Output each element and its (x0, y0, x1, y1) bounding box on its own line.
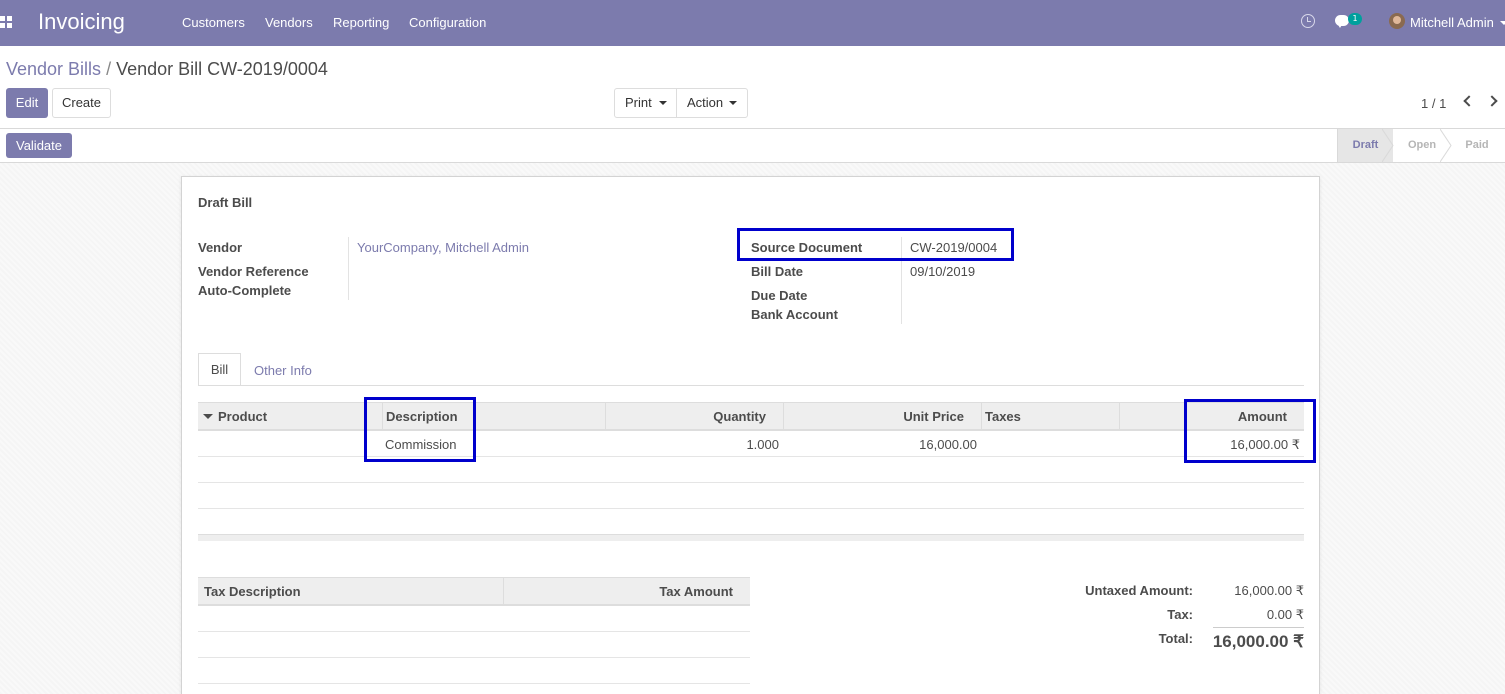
vendor-label: Vendor (198, 240, 243, 255)
create-button[interactable]: Create (52, 88, 111, 118)
print-caret-icon (659, 101, 667, 105)
tab-other-info[interactable]: Other Info (254, 363, 312, 378)
menu-customers[interactable]: Customers (182, 15, 245, 30)
invoice-lines-footer (198, 534, 1304, 541)
col-product[interactable]: Product (218, 403, 267, 430)
col-quantity[interactable]: Quantity (605, 403, 766, 430)
form-sheet: Draft Bill Vendor YourCompany, Mitchell … (181, 176, 1320, 694)
row-unit-price: 16,000.00 (919, 437, 977, 452)
col-unit-price[interactable]: Unit Price (783, 403, 964, 430)
breadcrumb-vendor-bills[interactable]: Vendor Bills (6, 59, 101, 79)
status-step-label: Draft (1352, 139, 1379, 151)
edit-button[interactable]: Edit (6, 88, 48, 118)
chat-icon[interactable] (1335, 15, 1349, 28)
menu-vendors[interactable]: Vendors (265, 15, 313, 30)
pager-value[interactable]: 1 / 1 (1421, 96, 1446, 111)
apps-menu-icon[interactable] (0, 16, 12, 28)
print-label: Print (625, 95, 652, 110)
empty-row (198, 632, 750, 658)
total-value: 16,000.00 ₹ (1212, 632, 1304, 651)
status-bar: Validate Draft Open Paid (0, 129, 1505, 163)
bill-date-label: Bill Date (751, 264, 804, 279)
left-field-divider (348, 237, 349, 300)
status-step-open: Open (1393, 129, 1452, 162)
tax-value: 0.00 ₹ (1266, 607, 1304, 622)
menu-reporting[interactable]: Reporting (333, 15, 389, 30)
auto-complete-label: Auto-Complete (198, 283, 292, 298)
top-navbar: Invoicing Customers Vendors Reporting Co… (0, 0, 1505, 46)
col-separator (981, 403, 982, 430)
due-date-label: Due Date (751, 288, 808, 303)
amount-highlight (1184, 399, 1316, 463)
print-dropdown[interactable]: Print (615, 89, 677, 117)
source-document-highlight (737, 228, 1014, 261)
print-action-group: Print Action (614, 88, 748, 118)
status-step-draft: Draft (1337, 129, 1394, 162)
col-taxes[interactable]: Taxes (985, 403, 1021, 430)
tax-table-header: Tax Description Tax Amount (198, 577, 750, 606)
breadcrumb-separator: / (106, 59, 112, 79)
status-step-label: Paid (1465, 139, 1489, 151)
vendor-value-link[interactable]: YourCompany, Mitchell Admin (357, 240, 529, 255)
breadcrumb-current: Vendor Bill CW-2019/0004 (116, 59, 328, 79)
row-quantity: 1.000 (746, 437, 779, 452)
breadcrumb: Vendor Bills / Vendor Bill CW-2019/0004 (6, 59, 328, 80)
action-caret-icon (729, 101, 737, 105)
status-step-label: Open (1407, 139, 1437, 151)
col-tax-amount[interactable]: Tax Amount (503, 578, 733, 605)
vendor-reference-label: Vendor Reference (198, 264, 309, 279)
menu-configuration[interactable]: Configuration (409, 15, 486, 30)
bill-date-value: 09/10/2019 (910, 264, 976, 279)
status-steps: Draft Open Paid (1337, 129, 1503, 162)
empty-row (198, 606, 750, 632)
pager-previous-icon[interactable] (1463, 95, 1475, 107)
user-avatar[interactable] (1389, 13, 1405, 29)
tab-underline (198, 385, 1304, 386)
description-highlight (364, 397, 476, 462)
col-tax-description[interactable]: Tax Description (204, 578, 301, 605)
chat-count-badge: 1 (1348, 13, 1362, 25)
empty-row (198, 483, 1304, 509)
bank-account-label: Bank Account (751, 307, 838, 322)
form-title: Draft Bill (198, 195, 253, 210)
user-menu-caret-icon[interactable] (1500, 21, 1505, 25)
action-label: Action (687, 95, 724, 110)
validate-button[interactable]: Validate (6, 133, 72, 158)
empty-row (198, 509, 1304, 535)
empty-row (198, 658, 750, 684)
action-dropdown[interactable]: Action (677, 89, 747, 117)
activity-clock-icon[interactable] (1301, 14, 1315, 28)
user-menu-name[interactable]: Mitchell Admin (1410, 15, 1494, 30)
pager-next-icon[interactable] (1486, 95, 1498, 107)
untaxed-amount-value: 16,000.00 ₹ (1234, 583, 1304, 598)
app-title[interactable]: Invoicing (38, 9, 125, 35)
totals-divider (1213, 627, 1304, 628)
status-step-paid: Paid (1451, 129, 1503, 162)
sort-caret-icon[interactable] (203, 414, 213, 419)
tab-bill[interactable]: Bill (198, 353, 241, 386)
